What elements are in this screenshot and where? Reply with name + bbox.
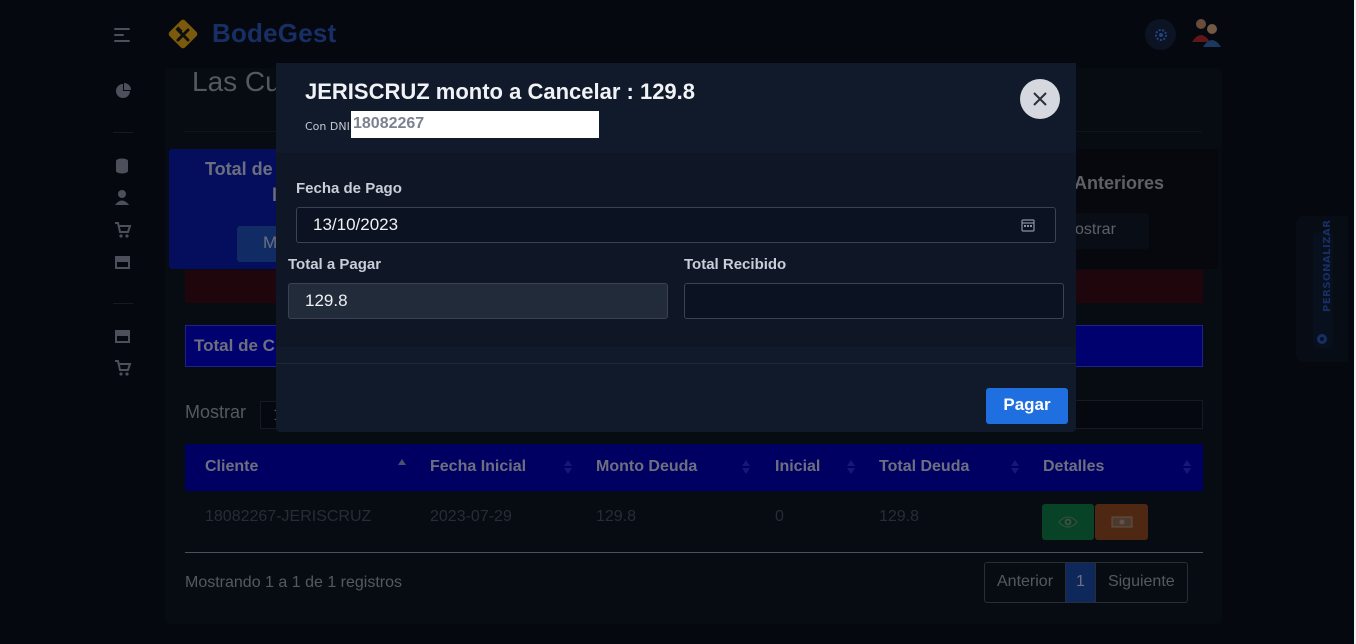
total-pagar-label: Total a Pagar [288, 256, 382, 273]
close-button[interactable] [1020, 79, 1060, 119]
dni-value: 18082267 [351, 111, 599, 138]
modal-title: JERISCRUZ monto a Cancelar : 129.8 [305, 79, 696, 104]
close-icon [1033, 92, 1047, 106]
dni-label: Con DNI [305, 120, 350, 133]
app-frame: BodeGest Las Cu Total de l M Anteriores … [0, 0, 1356, 644]
total-recibido-input[interactable] [684, 283, 1064, 319]
fecha-pago-input[interactable]: 13/10/2023 [296, 207, 1056, 243]
fecha-pago-label: Fecha de Pago [296, 180, 402, 197]
payment-modal: JERISCRUZ monto a Cancelar : 129.8 Con D… [276, 63, 1076, 432]
calendar-icon[interactable] [1021, 218, 1035, 232]
pagar-button[interactable]: Pagar [986, 388, 1068, 424]
total-recibido-label: Total Recibido [684, 256, 787, 273]
modal-footer-divider [276, 363, 1076, 364]
modal-header: JERISCRUZ monto a Cancelar : 129.8 Con D… [276, 63, 1076, 153]
modal-body: Fecha de Pago 13/10/2023 Total a Pagar 1… [276, 153, 1076, 347]
total-pagar-input: 129.8 [288, 283, 668, 319]
